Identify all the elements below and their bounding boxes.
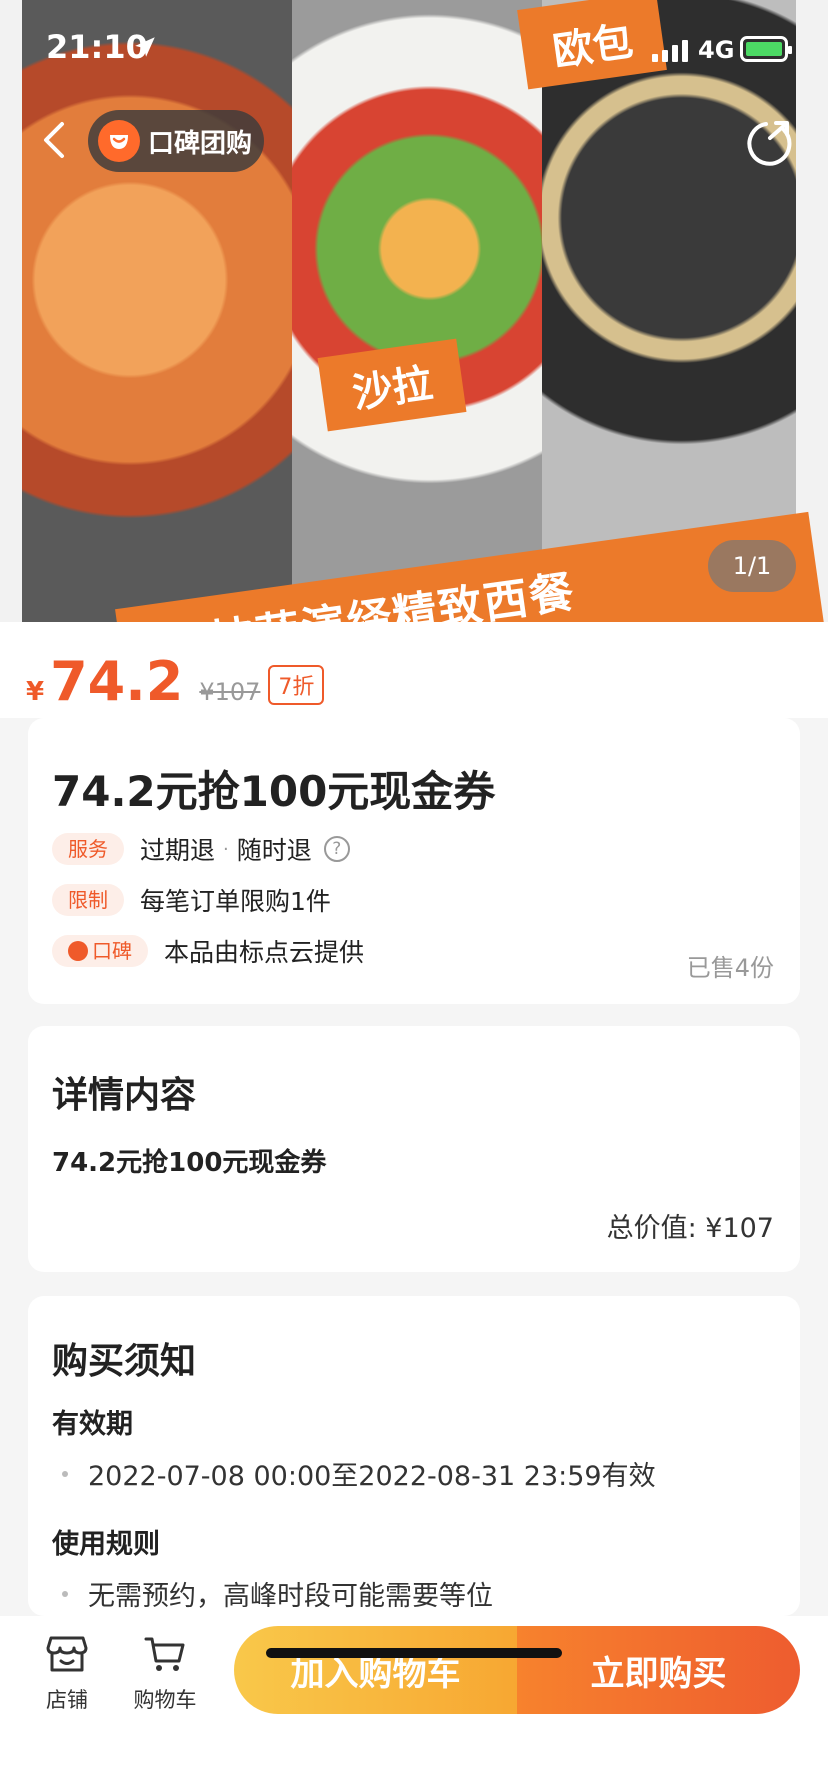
koubei-chip: 口碑: [52, 935, 148, 967]
home-indicator[interactable]: [266, 1648, 562, 1658]
koubei-mini-logo-icon: [68, 941, 88, 961]
sold-count: 已售4份: [686, 954, 774, 982]
bullet-dot: [62, 1590, 68, 1597]
rules-title: 使用规则: [52, 1529, 160, 1560]
store-icon: [46, 1636, 88, 1672]
currency-symbol: ¥: [26, 677, 45, 707]
status-bar: 21:10 4G: [0, 0, 828, 100]
cart-label: 购物车: [133, 1688, 197, 1712]
rules-text: 无需预约，高峰时段可能需要等位: [88, 1581, 493, 1612]
cart-button[interactable]: 购物车: [120, 1634, 210, 1714]
network-type: 4G: [698, 36, 735, 64]
service-chip: 服务: [52, 833, 124, 865]
back-icon[interactable]: [32, 110, 76, 170]
notice-title: 购买须知: [52, 1341, 197, 1382]
original-price: ¥107: [199, 678, 261, 706]
details-line: 74.2元抢100元现金券: [52, 1148, 327, 1178]
discount-badge: 7折: [268, 665, 325, 705]
battery-icon: [740, 36, 792, 62]
bottom-action-bar: 店铺 购物车 加入购物车 立即购买: [0, 1616, 828, 1792]
price-row: ¥ 74.2 ¥107 7折: [0, 622, 828, 718]
koubei-chip-label: 口碑: [92, 939, 132, 963]
purchase-actions: 加入购物车 立即购买: [234, 1626, 800, 1714]
service-row[interactable]: 服务 过期退 · 随时退 ?: [52, 830, 350, 868]
shop-label: 店铺: [46, 1688, 88, 1712]
details-title: 详情内容: [52, 1075, 197, 1116]
bullet-dot: [62, 1470, 68, 1477]
add-to-cart-button[interactable]: 加入购物车: [234, 1626, 517, 1714]
current-price: 74.2: [50, 650, 184, 713]
location-arrow-icon: [135, 37, 155, 57]
provider-text: 本品由标点云提供: [164, 938, 365, 967]
image-page-indicator: 1/1: [708, 540, 796, 592]
rules-item: 无需预约，高峰时段可能需要等位: [62, 1574, 493, 1613]
cart-icon: [144, 1637, 185, 1671]
koubei-brand-badge[interactable]: 口碑团购: [88, 110, 264, 172]
koubei-logo-icon: [98, 120, 140, 162]
validity-item: 2022-07-08 00:00至2022-08-31 23:59有效: [62, 1454, 656, 1493]
limit-chip: 限制: [52, 884, 124, 916]
validity-title: 有效期: [52, 1409, 133, 1440]
details-card: 详情内容 74.2元抢100元现金券 总价值: ¥107: [28, 1026, 800, 1272]
signal-icon: [652, 40, 688, 62]
buy-now-button[interactable]: 立即购买: [517, 1626, 800, 1714]
deal-info-card: 74.2元抢100元现金券 服务 过期退 · 随时退 ? 限制 每笔订单限购1件…: [28, 718, 800, 1004]
deal-title: 74.2元抢100元现金券: [52, 767, 496, 816]
brand-name: 口碑团购: [148, 128, 253, 159]
provider-row: 口碑 本品由标点云提供: [52, 932, 364, 970]
limit-row: 限制 每笔订单限购1件: [52, 881, 331, 919]
shop-button[interactable]: 店铺: [22, 1634, 112, 1714]
total-value: 总价值: ¥107: [606, 1213, 774, 1244]
help-icon[interactable]: ?: [323, 836, 350, 862]
validity-text: 2022-07-08 00:00至2022-08-31 23:59有效: [88, 1461, 656, 1492]
separator-dot: ·: [223, 838, 229, 860]
limit-text: 每笔订单限购1件: [140, 887, 331, 916]
service-text-anytime-refund: 随时退: [236, 836, 312, 865]
share-icon[interactable]: [740, 114, 798, 172]
purchase-notice-card: 购买须知 有效期 2022-07-08 00:00至2022-08-31 23:…: [28, 1296, 800, 1616]
service-text-expired-refund: 过期退: [140, 836, 216, 865]
